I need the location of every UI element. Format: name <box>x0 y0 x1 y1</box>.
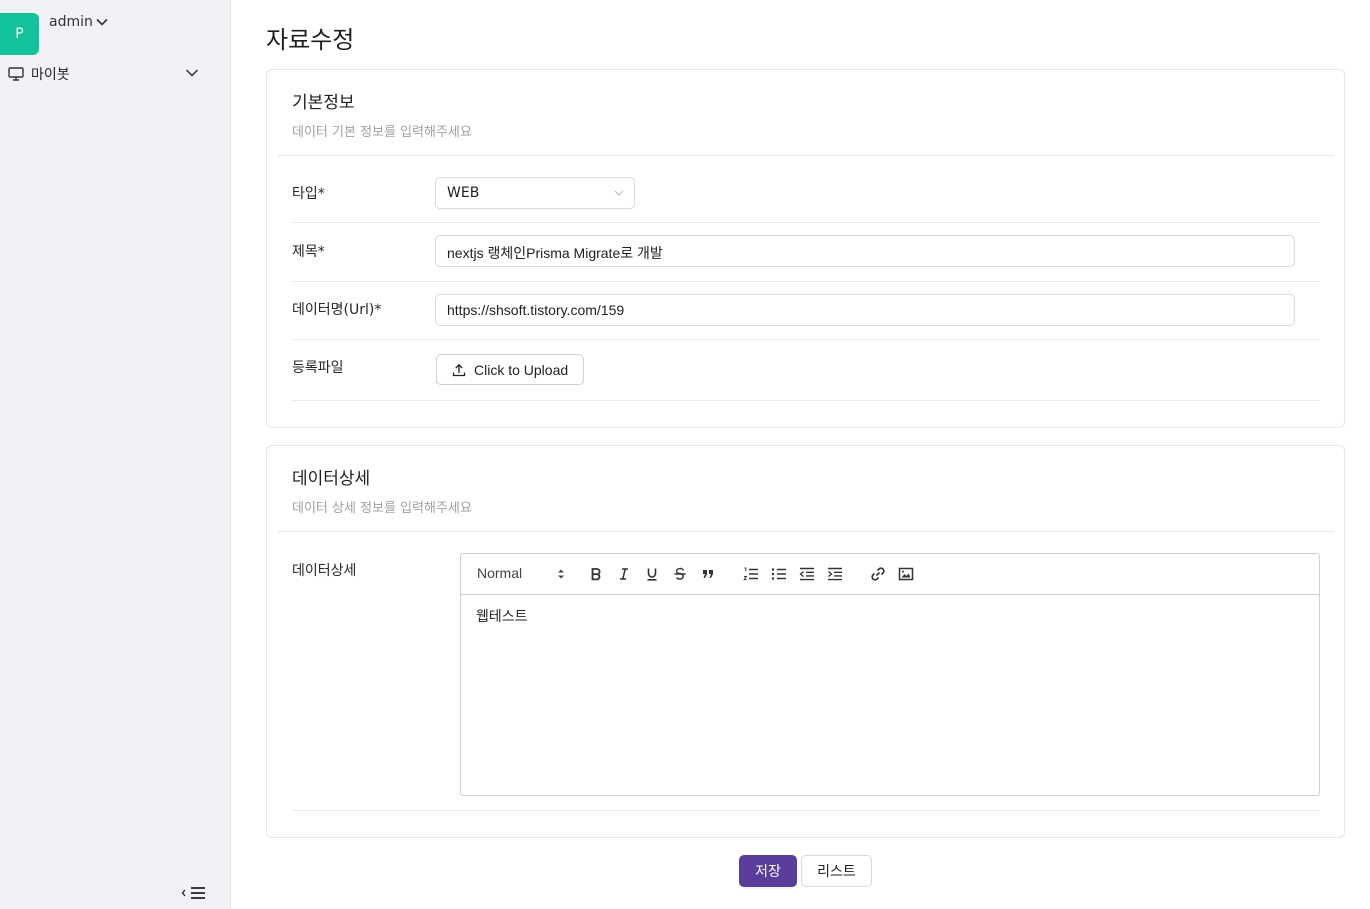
form-row-detail: 데이터상세 Normal 웹테스트 <box>292 546 1320 811</box>
bold-button[interactable] <box>587 565 605 583</box>
blockquote-button[interactable] <box>699 565 717 583</box>
file-label: 등록파일 <box>292 360 344 376</box>
avatar[interactable]: P <box>0 13 39 55</box>
chevron-down-icon <box>96 18 108 26</box>
indent-button[interactable] <box>826 565 844 583</box>
bullet-list-button[interactable] <box>770 565 788 583</box>
chevron-down-icon <box>614 190 624 196</box>
underline-button[interactable] <box>643 565 661 583</box>
detail-label: 데이터상세 <box>292 563 357 579</box>
detail-card: 데이터상세 데이터 상세 정보를 입력해주세요 데이터상세 Normal 웹테스… <box>266 445 1345 838</box>
ordered-list-button[interactable] <box>742 565 760 583</box>
strike-button[interactable] <box>671 565 689 583</box>
format-select[interactable]: Normal <box>477 565 565 583</box>
indent-icon <box>828 567 842 581</box>
card-header: 데이터상세 데이터 상세 정보를 입력해주세요 <box>292 464 472 516</box>
card-title: 데이터상세 <box>292 469 371 489</box>
list-button[interactable]: 리스트 <box>801 855 872 887</box>
strike-icon <box>674 567 686 580</box>
upload-button[interactable]: Click to Upload <box>436 354 584 385</box>
sidebar: P admin 마이봇 <box>0 0 231 909</box>
upload-icon <box>452 363 466 376</box>
basic-info-card: 기본정보 데이터 기본 정보를 입력해주세요 타입* WEB 제목* nextj… <box>266 69 1345 428</box>
link-button[interactable] <box>869 565 887 583</box>
upload-button-label: Click to Upload <box>474 361 569 378</box>
menu-fold-icon <box>181 887 205 899</box>
chevron-down-icon <box>185 69 199 77</box>
card-header: 기본정보 데이터 기본 정보를 입력해주세요 <box>292 88 472 140</box>
card-title: 기본정보 <box>292 93 355 113</box>
image-icon <box>898 567 914 581</box>
avatar-initial: P <box>15 26 24 42</box>
format-select-value: Normal <box>477 565 523 581</box>
app-root: P admin 마이봇 자료수정 기본정보 데이터 기본 정보를 입력해주세요 … <box>0 0 1370 909</box>
url-label: 데이터명(Url)* <box>292 302 382 318</box>
sidebar-item-label: 마이봇 <box>31 67 70 83</box>
ordered-list-icon <box>743 567 758 581</box>
divider <box>278 155 1334 156</box>
outdent-button[interactable] <box>798 565 816 583</box>
rich-text-editor: Normal 웹테스트 <box>460 553 1320 796</box>
editor-content[interactable]: 웹테스트 <box>476 606 528 626</box>
sort-icon <box>558 569 564 579</box>
blockquote-icon <box>703 570 713 578</box>
editor-toolbar: Normal <box>461 554 1319 595</box>
user-name: admin <box>49 14 93 30</box>
italic-icon <box>620 568 628 580</box>
title-input[interactable]: nextjs 랭체인Prisma Migrate로 개발 <box>435 235 1295 267</box>
link-icon <box>871 567 885 581</box>
underline-icon <box>647 568 657 581</box>
type-select-value: WEB <box>447 185 480 201</box>
title-label: 제목* <box>292 244 325 260</box>
divider <box>278 531 1334 532</box>
outdent-icon <box>799 567 814 581</box>
bold-icon <box>591 568 601 581</box>
bullet-list-icon <box>771 568 786 580</box>
card-subtitle: 데이터 기본 정보를 입력해주세요 <box>292 125 472 140</box>
save-button[interactable]: 저장 <box>739 855 797 887</box>
type-select[interactable]: WEB <box>435 177 635 209</box>
collapse-sidebar-button[interactable] <box>181 884 207 902</box>
url-input[interactable]: https://shsoft.tistory.com/159 <box>435 294 1295 326</box>
image-button[interactable] <box>897 565 915 583</box>
italic-button[interactable] <box>615 565 633 583</box>
monitor-icon <box>8 67 24 81</box>
sidebar-item-mybot[interactable]: 마이봇 <box>0 58 216 90</box>
card-subtitle: 데이터 상세 정보를 입력해주세요 <box>292 501 472 516</box>
type-label: 타입* <box>292 186 325 202</box>
user-menu[interactable]: admin <box>49 14 108 30</box>
page-title: 자료수정 <box>266 26 355 54</box>
